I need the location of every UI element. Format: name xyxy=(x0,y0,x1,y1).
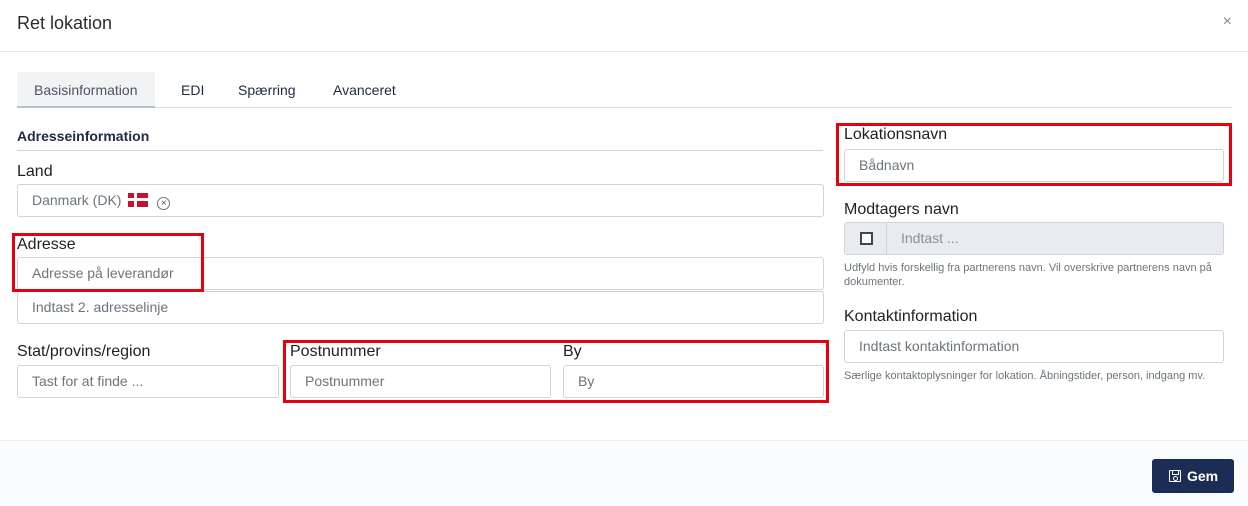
country-value: Danmark (DK) xyxy=(32,192,122,208)
city-input[interactable]: By xyxy=(563,365,824,398)
floppy-disk-icon xyxy=(1169,470,1181,482)
tab-spaerring[interactable]: Spærring xyxy=(238,72,296,108)
recipient-name-input: Indtast ... xyxy=(901,230,959,246)
contact-info-label: Kontaktinformation xyxy=(844,308,978,325)
location-name-input[interactable]: Bådnavn xyxy=(844,149,1224,182)
state-input[interactable]: Tast for at finde ... xyxy=(17,365,279,398)
clear-icon[interactable]: × xyxy=(157,197,171,210)
denmark-flag-icon xyxy=(128,193,149,207)
modal-title: Ret lokation xyxy=(17,13,113,33)
location-name-label: Lokationsnavn xyxy=(844,126,948,143)
address-line1-input[interactable]: Adresse på leverandør xyxy=(17,257,824,290)
postal-input[interactable]: Postnummer xyxy=(290,365,551,398)
address-label: Adresse xyxy=(17,236,76,253)
recipient-name-label: Modtagers navn xyxy=(844,201,959,218)
recipient-name-group: Indtast ... xyxy=(844,222,1224,255)
tab-bar: Basisinformation EDI Spærring Avanceret xyxy=(17,72,1232,108)
tab-basisinformation[interactable]: Basisinformation xyxy=(17,72,155,108)
country-label: Land xyxy=(17,163,53,180)
section-divider xyxy=(17,150,823,151)
section-title-address: Adresseinformation xyxy=(17,128,150,144)
contact-info-help: Særlige kontaktoplysninger for lokation.… xyxy=(844,370,1206,382)
tab-avanceret[interactable]: Avanceret xyxy=(333,72,396,108)
modal-header: Ret lokation × xyxy=(0,0,1248,52)
close-icon[interactable]: × xyxy=(1223,13,1232,31)
state-label: Stat/provins/region xyxy=(17,343,151,360)
save-button[interactable]: Gem xyxy=(1152,459,1234,493)
contact-info-input[interactable]: Indtast kontaktinformation xyxy=(844,330,1224,363)
recipient-name-checkbox[interactable] xyxy=(860,232,873,245)
address-line2-input[interactable]: Indtast 2. adresselinje xyxy=(17,291,824,324)
save-button-label: Gem xyxy=(1187,468,1219,484)
tab-edi[interactable]: EDI xyxy=(181,72,204,108)
city-label: By xyxy=(563,343,582,360)
recipient-checkbox-addon xyxy=(845,223,887,254)
postal-label: Postnummer xyxy=(290,343,381,360)
recipient-name-help: Udfyld hvis forskellig fra partnerens na… xyxy=(844,262,1212,288)
modal-footer xyxy=(0,440,1248,506)
country-select[interactable]: Danmark (DK) × xyxy=(17,184,824,217)
